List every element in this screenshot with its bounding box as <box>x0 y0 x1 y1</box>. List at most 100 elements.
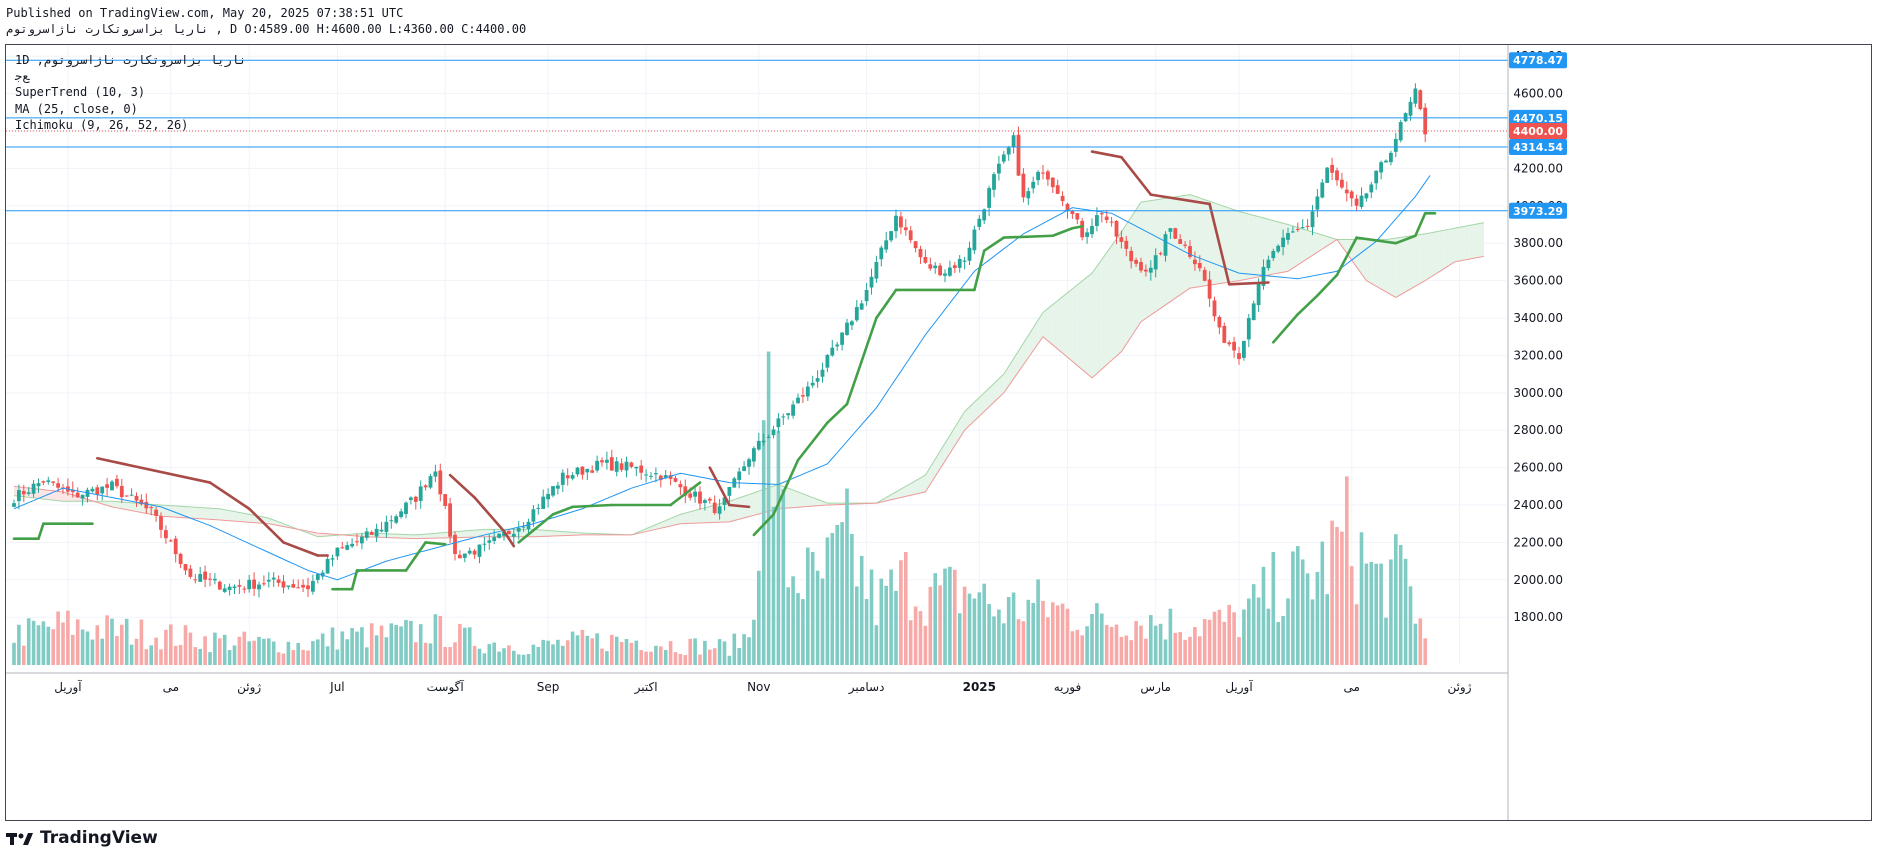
volume-bar <box>423 642 428 665</box>
legend-ichimoku[interactable]: Ichimoku (9, 26, 52, 26) <box>15 118 188 132</box>
candle-body <box>144 501 149 509</box>
volume-bar <box>894 590 898 665</box>
volume-bar <box>61 622 65 665</box>
candle-body <box>1398 122 1403 141</box>
legend-supertrend[interactable]: SuperTrend (10, 3) <box>15 85 145 99</box>
candle-body <box>707 498 712 501</box>
tradingview-brand: TradingView <box>40 828 158 848</box>
volume-bar <box>1060 603 1065 665</box>
volume-bar <box>1300 559 1305 665</box>
volume-bar <box>154 637 158 665</box>
candle-body <box>1295 229 1300 231</box>
volume-bar <box>394 624 398 665</box>
candle-body <box>1413 88 1418 104</box>
cloud-segment <box>1096 259 1102 374</box>
cloud-segment <box>548 530 553 537</box>
candle-body <box>36 483 41 487</box>
candle-body <box>1286 233 1290 240</box>
cloud-segment <box>234 511 240 522</box>
candle-body <box>1246 318 1251 340</box>
volume-bar <box>688 638 692 665</box>
volume-bar <box>85 631 90 665</box>
volume-bar <box>164 629 168 665</box>
cloud-segment <box>690 510 696 524</box>
volume-bar <box>458 623 462 665</box>
candle-body <box>21 491 26 495</box>
volume-bar <box>771 506 776 665</box>
volume-bar <box>1178 632 1182 665</box>
candle-body <box>801 395 805 397</box>
volume-bar <box>727 655 732 665</box>
candle-body <box>997 163 1001 174</box>
volume-bar <box>502 648 506 665</box>
volume-bar <box>766 351 771 665</box>
chart-frame[interactable]: 1800.00 2000.00 2200.00 2400.00 2600.00 2800.… <box>5 44 1872 821</box>
candle-body <box>492 537 497 542</box>
volume-bar <box>1198 636 1202 665</box>
candle-body <box>830 347 835 356</box>
cloud-segment <box>136 503 142 513</box>
candle-body <box>1144 269 1148 272</box>
volume-bar <box>1153 625 1158 665</box>
volume-bar <box>580 629 585 665</box>
cloud-segment <box>190 506 196 519</box>
cloud-segment <box>464 530 470 538</box>
supertrend-segment <box>796 421 829 462</box>
legend-ma[interactable]: MA (25, close, 0) <box>15 102 138 116</box>
cloud-segment <box>1243 212 1249 280</box>
chart-svg[interactable]: 1800.00 2000.00 2200.00 2400.00 2600.00 2800.… <box>6 45 1871 820</box>
candle-body <box>737 471 742 480</box>
volume-bar <box>644 651 648 665</box>
volume-bar <box>360 627 364 665</box>
candle-body <box>1153 255 1158 270</box>
volume-bar <box>36 625 41 665</box>
candle-body <box>1349 191 1354 199</box>
candle-body <box>213 578 217 581</box>
candle-body <box>12 503 16 507</box>
candle-body <box>678 484 683 488</box>
volume-bar <box>66 610 70 665</box>
volume-bar <box>698 654 702 665</box>
time-axis: آوریل می ژوئن Jul آگوست Sep اکتبر Nov دسامبر 2025… <box>54 679 1472 695</box>
volume-bar <box>105 615 109 665</box>
cloud-segment <box>1371 239 1377 287</box>
candle-body <box>1202 269 1207 281</box>
ichimoku-cloud <box>13 194 1485 540</box>
candle-body <box>281 581 286 588</box>
volume-bar <box>414 642 418 665</box>
candle-body <box>1300 227 1305 229</box>
candle-body <box>1026 191 1031 199</box>
volume-bar <box>183 625 188 665</box>
candle-body <box>154 509 158 516</box>
volume-bar <box>997 609 1001 665</box>
cloud-segment <box>459 530 465 538</box>
candle-body <box>1016 134 1021 176</box>
candle-body <box>570 475 575 479</box>
time-tick-label: 2025 <box>963 680 996 694</box>
volume-bar <box>369 623 374 665</box>
candle-body <box>364 531 369 538</box>
candle-body <box>1163 234 1168 256</box>
volume-bar <box>737 648 741 665</box>
supertrend-segment <box>404 541 427 572</box>
cloud-segment <box>1444 229 1450 269</box>
volume-bar <box>614 636 619 665</box>
volume-bar <box>227 650 232 665</box>
volume-bar <box>561 645 565 665</box>
candle-body <box>1085 232 1089 237</box>
candle-body <box>1276 245 1281 252</box>
volume-bar <box>830 533 835 665</box>
volume-bar <box>1296 546 1300 665</box>
candle-body <box>1183 244 1187 246</box>
volume-bar <box>786 587 790 665</box>
volume-bar <box>1114 624 1119 665</box>
volume-bar <box>379 625 384 665</box>
volume-bar <box>51 629 55 665</box>
candle-body <box>369 532 374 535</box>
legend-symbol[interactable]: 1D ,ناریا بزاسروتکارت ناژاسروتوم <box>15 53 246 67</box>
volume-bar <box>1237 637 1241 665</box>
volume-bar <box>193 647 198 665</box>
volume-bar <box>320 633 325 665</box>
candle-body <box>609 457 614 471</box>
volume-bar <box>1330 520 1334 665</box>
